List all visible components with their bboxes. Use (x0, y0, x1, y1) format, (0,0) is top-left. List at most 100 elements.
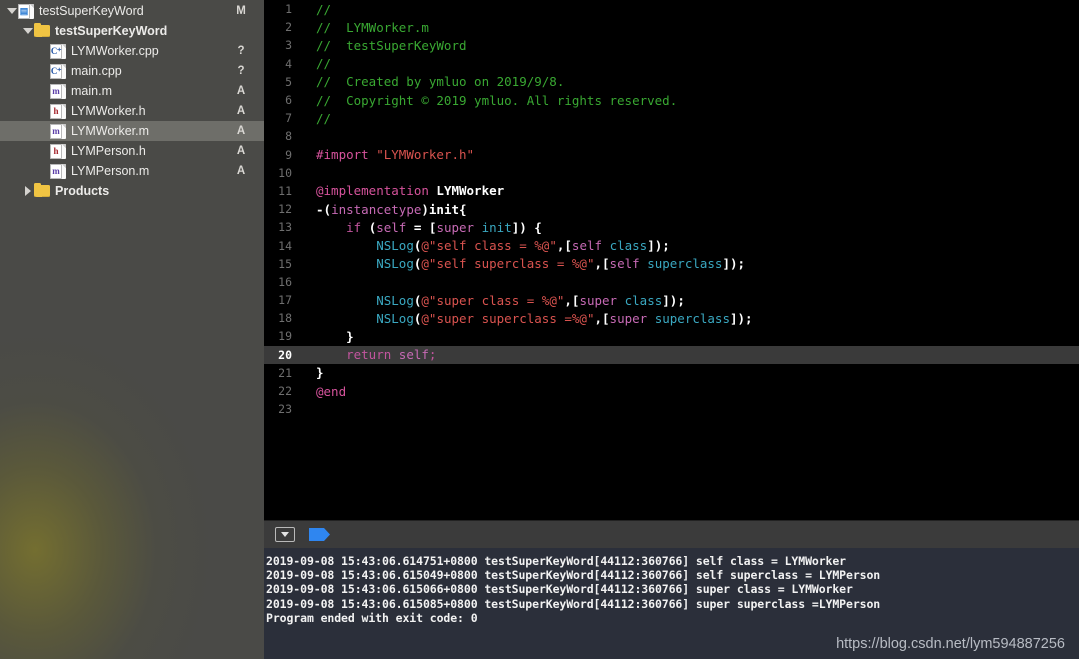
code-line[interactable]: 6 // Copyright © 2019 ymluo. All rights r… (264, 91, 1079, 109)
code-line[interactable]: 2 // LYMWorker.m (264, 18, 1079, 36)
line-number: 17 (278, 293, 292, 308)
line-number: 9 (285, 147, 292, 162)
code-line[interactable]: 4 // (264, 55, 1079, 73)
code-text: #import "LYMWorker.h" (304, 147, 1079, 162)
code-token: ,[ (594, 256, 610, 272)
code-text: -(instancetype)init{ (304, 202, 1079, 217)
code-token: ,[ (556, 238, 572, 254)
code-line[interactable]: 16 (264, 273, 1079, 291)
code-line[interactable]: 10 (264, 164, 1079, 182)
line-number: 19 (278, 329, 292, 344)
sidebar-item-lymworker-m[interactable]: m LYMWorker.m A (0, 121, 264, 141)
line-number: 16 (278, 274, 292, 289)
code-token: @"self class = %@" (421, 238, 557, 254)
code-line[interactable]: 22 @end (264, 382, 1079, 400)
file-icon-fold (62, 103, 66, 108)
code-token: self (571, 238, 603, 254)
main-area: 1 // 2 // LYMWorker.m 3 // testSuperKeyWord 4 /… (264, 0, 1079, 659)
code-line[interactable]: 11 @implementation LYMWorker (264, 182, 1079, 200)
scm-status-badge: A (236, 125, 246, 137)
disclosure-triangle-right-icon[interactable] (22, 181, 34, 201)
code-line[interactable]: 3 // testSuperKeyWord (264, 36, 1079, 54)
sidebar-item-testsuperkeyword[interactable]: ▤ testSuperKeyWord M (0, 1, 264, 21)
code-token: NSLog (376, 238, 414, 254)
project-document-icon: ▤ (18, 3, 34, 19)
code-line[interactable]: 15 NSLog(@"self superclass = %@",[self s… (264, 255, 1079, 273)
code-line[interactable]: 9 #import "LYMWorker.h" (264, 146, 1079, 164)
objc-impl-file-icon: m (50, 163, 66, 179)
sidebar-item-lymworker-cpp[interactable]: C⁺ LYMWorker.cpp? (0, 41, 264, 61)
code-line[interactable]: 21} (264, 364, 1079, 382)
code-text: } (304, 365, 1079, 380)
sidebar-item-lymperson-m[interactable]: m LYMPerson.m A (0, 161, 264, 181)
sidebar-item-products[interactable]: Products (0, 181, 264, 201)
code-line[interactable]: 23 (264, 400, 1079, 418)
file-icon-fold (62, 143, 66, 148)
code-token: super (436, 219, 475, 235)
code-text: return self; (304, 347, 1079, 362)
file-icon-letter: C⁺ (50, 65, 62, 76)
code-text: if (self = [super init]) { (304, 220, 1079, 235)
file-icon-fold (62, 83, 66, 88)
disclosure-triangle-down-icon[interactable] (22, 21, 34, 41)
line-number: 3 (285, 38, 292, 53)
code-text: @implementation LYMWorker (304, 183, 1079, 198)
code-token: @"self superclass = %@" (421, 256, 595, 272)
cpp-file-icon: C⁺ (50, 43, 66, 59)
scm-status-badge: A (236, 145, 246, 157)
blue-tag-arrow-icon[interactable] (309, 528, 331, 541)
line-number: 20 (278, 347, 292, 362)
line-number: 10 (278, 165, 292, 180)
project-file-list[interactable]: ▤ testSuperKeyWord MtestSuperKeyWord C⁺ LYMW… (0, 0, 264, 201)
sidebar-item-main-m[interactable]: m main.m A (0, 81, 264, 101)
code-token: )init{ (421, 201, 467, 217)
code-token: self (376, 219, 407, 235)
line-number: 1 (285, 2, 292, 17)
source-code-editor[interactable]: 1 // 2 // LYMWorker.m 3 // testSuperKeyWord 4 /… (264, 0, 1079, 520)
cpp-file-icon: C⁺ (50, 63, 66, 79)
code-line[interactable]: 17 NSLog(@"super class = %@",[super clas… (264, 291, 1079, 309)
code-text: } (304, 329, 1079, 344)
code-line[interactable]: 19 } (264, 327, 1079, 345)
sidebar-item-label: LYMPerson.m (71, 164, 150, 178)
code-line[interactable]: 8 (264, 127, 1079, 145)
sidebar-item-label: LYMPerson.h (71, 144, 146, 158)
code-line[interactable]: 7 // (264, 109, 1079, 127)
code-line[interactable]: 20 return self; (264, 345, 1079, 364)
code-line[interactable]: 18 NSLog(@"super superclass =%@",[super … (264, 309, 1079, 327)
header-file-icon: h (50, 143, 66, 159)
header-file-icon: h (50, 103, 66, 119)
code-line[interactable]: 12 -(instancetype)init{ (264, 200, 1079, 218)
code-token: @"super superclass =%@" (421, 310, 595, 326)
file-icon-fold (30, 3, 34, 8)
sidebar-item-testsuperkeyword[interactable]: testSuperKeyWord (0, 21, 264, 41)
code-line[interactable]: 14 NSLog(@"self class = %@",[self class]… (264, 236, 1079, 254)
code-token: } (316, 365, 324, 381)
code-line[interactable]: 13 if (self = [super init]) { (264, 218, 1079, 236)
code-token: NSLog (376, 292, 414, 308)
code-token: #import (316, 147, 377, 163)
debug-console-output[interactable]: 2019-09-08 15:43:06.614751+0800 testSupe… (264, 548, 1079, 659)
console-log-line: Program ended with exit code: 0 (266, 610, 478, 625)
line-number: 23 (278, 402, 292, 417)
console-toolbar (264, 520, 1079, 548)
filter-chevron-icon[interactable] (275, 527, 295, 542)
line-number: 6 (285, 93, 292, 108)
code-token: ,[ (594, 310, 610, 326)
code-line[interactable]: 5 // Created by ymluo on 2019/9/8. (264, 73, 1079, 91)
disclosure-triangle-down-icon[interactable] (6, 1, 18, 21)
code-text: // (304, 2, 1079, 17)
line-number: 11 (278, 183, 292, 198)
code-line[interactable]: 1 // (264, 0, 1079, 18)
scm-status-badge: ? (237, 45, 245, 57)
file-icon-letter: h (53, 105, 59, 116)
code-token: // (316, 56, 332, 72)
sidebar-item-main-cpp[interactable]: C⁺ main.cpp? (0, 61, 264, 81)
line-number: 18 (278, 311, 292, 326)
file-icon-fold (62, 43, 66, 48)
sidebar-item-lymworker-h[interactable]: h LYMWorker.h A (0, 101, 264, 121)
sidebar-item-lymperson-h[interactable]: h LYMPerson.h A (0, 141, 264, 161)
